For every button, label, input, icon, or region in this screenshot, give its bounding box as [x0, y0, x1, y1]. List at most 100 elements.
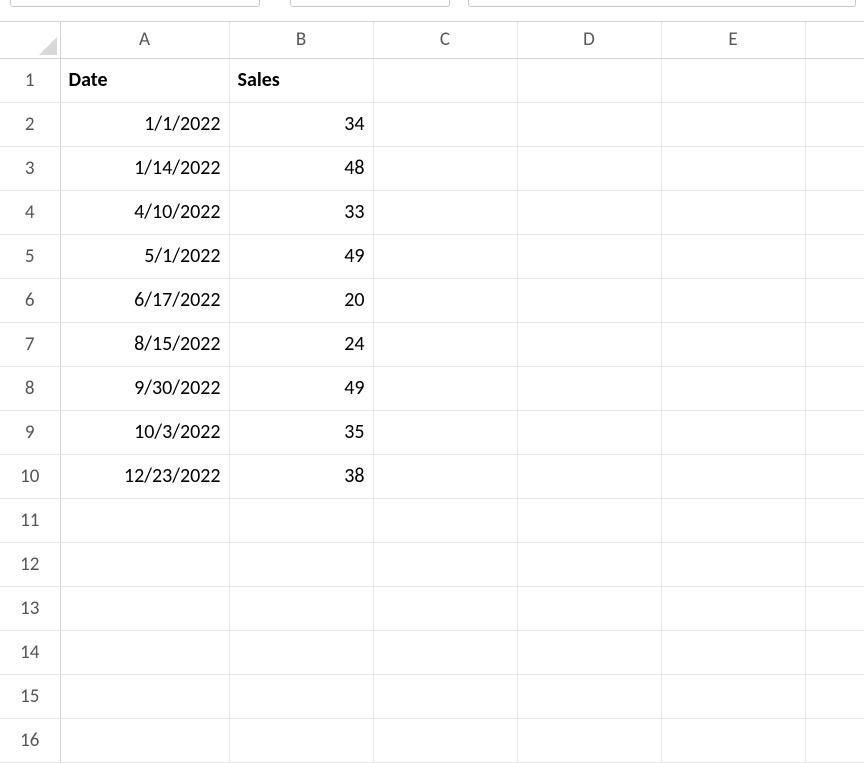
cell-E12[interactable]	[661, 542, 805, 586]
column-header-A[interactable]: A	[60, 22, 229, 58]
cell-E14[interactable]	[661, 630, 805, 674]
cell-B9[interactable]: 35	[229, 410, 373, 454]
cell-E1[interactable]	[661, 58, 805, 102]
cell-partial-11[interactable]	[805, 498, 864, 542]
cell-partial-5[interactable]	[805, 234, 864, 278]
cell-A15[interactable]	[60, 674, 229, 718]
cell-B15[interactable]	[229, 674, 373, 718]
row-header-7[interactable]: 7	[0, 322, 60, 366]
cell-A12[interactable]	[60, 542, 229, 586]
row-header-8[interactable]: 8	[0, 366, 60, 410]
cell-C5[interactable]	[373, 234, 517, 278]
row-header-3[interactable]: 3	[0, 146, 60, 190]
cell-A16[interactable]	[60, 718, 229, 762]
cell-partial-6[interactable]	[805, 278, 864, 322]
cell-B6[interactable]: 20	[229, 278, 373, 322]
cell-B1[interactable]: Sales	[229, 58, 373, 102]
cell-D7[interactable]	[517, 322, 661, 366]
row-header-13[interactable]: 13	[0, 586, 60, 630]
cell-A9[interactable]: 10/3/2022	[60, 410, 229, 454]
cell-E4[interactable]	[661, 190, 805, 234]
cell-D11[interactable]	[517, 498, 661, 542]
cell-B3[interactable]: 48	[229, 146, 373, 190]
cell-D2[interactable]	[517, 102, 661, 146]
cell-C11[interactable]	[373, 498, 517, 542]
column-header-C[interactable]: C	[373, 22, 517, 58]
cell-C10[interactable]	[373, 454, 517, 498]
cell-B10[interactable]: 38	[229, 454, 373, 498]
select-all-corner[interactable]	[0, 22, 60, 58]
cell-D6[interactable]	[517, 278, 661, 322]
cell-E15[interactable]	[661, 674, 805, 718]
cell-A14[interactable]	[60, 630, 229, 674]
cell-partial-1[interactable]	[805, 58, 864, 102]
cell-D1[interactable]	[517, 58, 661, 102]
cell-A1[interactable]: Date	[60, 58, 229, 102]
cell-partial-9[interactable]	[805, 410, 864, 454]
row-header-15[interactable]: 15	[0, 674, 60, 718]
cell-A11[interactable]	[60, 498, 229, 542]
cell-E9[interactable]	[661, 410, 805, 454]
cell-partial-10[interactable]	[805, 454, 864, 498]
row-header-14[interactable]: 14	[0, 630, 60, 674]
grid-area[interactable]: ABCDE1DateSales21/1/20223431/14/20224844…	[0, 22, 864, 756]
cell-C15[interactable]	[373, 674, 517, 718]
cell-A4[interactable]: 4/10/2022	[60, 190, 229, 234]
cell-D9[interactable]	[517, 410, 661, 454]
column-header-B[interactable]: B	[229, 22, 373, 58]
cell-E2[interactable]	[661, 102, 805, 146]
cell-B8[interactable]: 49	[229, 366, 373, 410]
row-header-12[interactable]: 12	[0, 542, 60, 586]
cell-E16[interactable]	[661, 718, 805, 762]
cell-A3[interactable]: 1/14/2022	[60, 146, 229, 190]
cell-A6[interactable]: 6/17/2022	[60, 278, 229, 322]
cell-B11[interactable]	[229, 498, 373, 542]
cell-A7[interactable]: 8/15/2022	[60, 322, 229, 366]
cell-C3[interactable]	[373, 146, 517, 190]
cell-partial-16[interactable]	[805, 718, 864, 762]
cell-C7[interactable]	[373, 322, 517, 366]
row-header-2[interactable]: 2	[0, 102, 60, 146]
cell-B7[interactable]: 24	[229, 322, 373, 366]
column-header-partial[interactable]	[805, 22, 864, 58]
cell-D16[interactable]	[517, 718, 661, 762]
column-header-D[interactable]: D	[517, 22, 661, 58]
cell-partial-15[interactable]	[805, 674, 864, 718]
cell-C6[interactable]	[373, 278, 517, 322]
row-header-9[interactable]: 9	[0, 410, 60, 454]
cell-C12[interactable]	[373, 542, 517, 586]
cell-partial-14[interactable]	[805, 630, 864, 674]
cell-A13[interactable]	[60, 586, 229, 630]
cell-A2[interactable]: 1/1/2022	[60, 102, 229, 146]
cell-C16[interactable]	[373, 718, 517, 762]
cell-partial-4[interactable]	[805, 190, 864, 234]
cell-E10[interactable]	[661, 454, 805, 498]
row-header-1[interactable]: 1	[0, 58, 60, 102]
row-header-4[interactable]: 4	[0, 190, 60, 234]
cell-B16[interactable]	[229, 718, 373, 762]
cell-D12[interactable]	[517, 542, 661, 586]
cell-partial-13[interactable]	[805, 586, 864, 630]
cell-C8[interactable]	[373, 366, 517, 410]
cell-partial-12[interactable]	[805, 542, 864, 586]
cell-E6[interactable]	[661, 278, 805, 322]
cell-E5[interactable]	[661, 234, 805, 278]
row-header-11[interactable]: 11	[0, 498, 60, 542]
cell-C14[interactable]	[373, 630, 517, 674]
cell-C9[interactable]	[373, 410, 517, 454]
row-header-6[interactable]: 6	[0, 278, 60, 322]
cell-partial-3[interactable]	[805, 146, 864, 190]
cell-B14[interactable]	[229, 630, 373, 674]
cell-A10[interactable]: 12/23/2022	[60, 454, 229, 498]
cell-D5[interactable]	[517, 234, 661, 278]
row-header-16[interactable]: 16	[0, 718, 60, 762]
cell-D3[interactable]	[517, 146, 661, 190]
cell-E11[interactable]	[661, 498, 805, 542]
cell-A8[interactable]: 9/30/2022	[60, 366, 229, 410]
cell-partial-8[interactable]	[805, 366, 864, 410]
cell-D14[interactable]	[517, 630, 661, 674]
cell-partial-2[interactable]	[805, 102, 864, 146]
cell-B5[interactable]: 49	[229, 234, 373, 278]
cell-D4[interactable]	[517, 190, 661, 234]
cell-B2[interactable]: 34	[229, 102, 373, 146]
